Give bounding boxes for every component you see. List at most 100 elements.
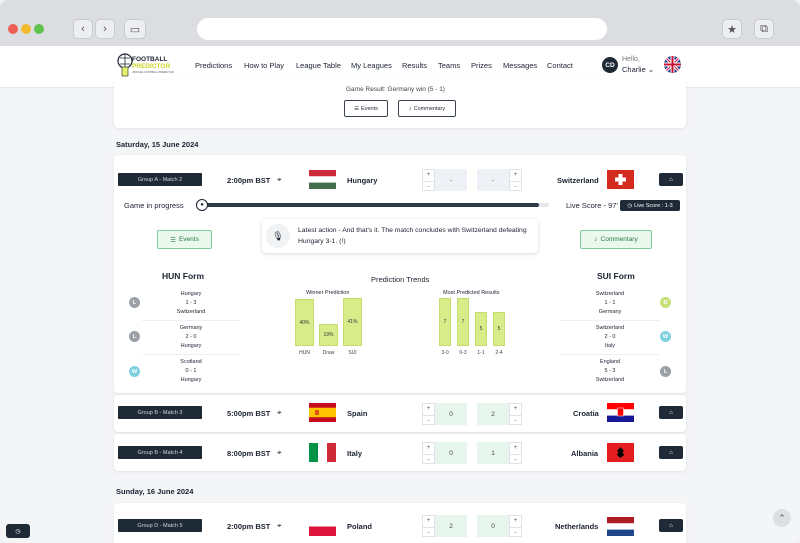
switzerland-flag-icon — [607, 170, 634, 189]
chat-widget-button[interactable]: ◷ — [6, 524, 30, 538]
x-tick-label: 1-1 — [477, 350, 485, 356]
away-score-input[interactable]: 1 — [477, 442, 509, 464]
home-score-stepper[interactable]: + - — [422, 403, 435, 425]
form-badge: L — [129, 331, 140, 342]
bar-value-label: 19% — [323, 332, 334, 338]
bar-value-label: 5 — [479, 326, 483, 332]
greeting: Hello, — [622, 56, 640, 63]
minimize-window-dot[interactable] — [21, 24, 31, 34]
home-team-name: Spain — [347, 409, 368, 418]
home-score-input[interactable]: 0 — [435, 442, 467, 464]
netherlands-flag-icon — [607, 517, 634, 536]
home-score-input[interactable]: 0 — [435, 403, 467, 425]
home-score-stepper[interactable]: + - — [422, 515, 435, 537]
maximize-window-dot[interactable] — [34, 24, 44, 34]
scroll-to-top-button[interactable]: ⌃ — [773, 509, 791, 527]
form-badge: D — [660, 297, 671, 308]
x-tick-label: HUN — [299, 350, 310, 356]
form-result: Switzerland 2 - 0 Italy — [595, 325, 625, 349]
nav-contact[interactable]: Contact — [547, 61, 573, 70]
stadium-button[interactable]: ⌂ — [659, 446, 683, 459]
form-badge: L — [660, 366, 671, 377]
chart-bar: 41% — [343, 298, 362, 346]
kickoff-time: 2:00pm BST — [227, 522, 271, 531]
events-button[interactable]: ☰ Events — [157, 230, 212, 249]
address-bar[interactable] — [197, 18, 607, 40]
away-score-input[interactable]: 0 — [477, 515, 509, 537]
divider — [142, 320, 240, 321]
nav-my-leagues[interactable]: My Leagues — [351, 61, 392, 70]
tabs-icon[interactable]: ⧉ — [754, 19, 774, 39]
winner-prediction-title: Winner Prediction — [306, 290, 350, 296]
list-icon: ☰ — [170, 236, 176, 244]
location-pin-icon[interactable]: ⌖ — [277, 408, 282, 418]
away-score-input[interactable]: 2 — [477, 403, 509, 425]
user-menu[interactable]: Charlie ⌄ — [622, 65, 654, 74]
bookmark-star-icon[interactable]: ★ — [722, 19, 742, 39]
svg-text:FOOTBALL: FOOTBALL — [132, 56, 167, 63]
winner-prediction-chart: 40% HUN 19% Draw 41% SUI — [295, 298, 365, 360]
kickoff-time: 5:00pm BST — [227, 409, 271, 418]
away-team-name: Croatia — [573, 409, 599, 418]
match-tag: Group B - Match 3 — [118, 406, 202, 419]
away-score-stepper[interactable]: + - — [509, 403, 522, 425]
bar-value-label: 41% — [347, 319, 358, 325]
brand-logo[interactable]: FOOTBALL PREDICTOR OFFICIAL FOOTBALL PRE… — [116, 52, 176, 80]
match-tag: Group B - Match 4 — [118, 446, 202, 459]
home-score-input[interactable]: 2 — [435, 515, 467, 537]
home-score-input[interactable]: - — [435, 169, 467, 191]
chart-bar: 5 — [475, 312, 487, 346]
x-tick-label: 0-3 — [459, 350, 467, 356]
location-pin-icon[interactable]: ⌖ — [277, 448, 282, 458]
nav-messages[interactable]: Messages — [503, 61, 537, 70]
microphone-icon: 🎙 — [266, 224, 290, 248]
form-badge: L — [129, 297, 140, 308]
nav-league-table[interactable]: League Table — [296, 61, 341, 70]
match-progress-bar — [203, 203, 549, 207]
live-score-badge: ◷ Live Score : 1-3 — [620, 200, 680, 211]
ball-icon: ● — [196, 199, 208, 211]
commentary-button[interactable]: ♪ Commentary — [580, 230, 652, 249]
nav-results[interactable]: Results — [402, 61, 427, 70]
home-score-stepper[interactable]: + - — [422, 442, 435, 464]
chart-bar: 7 — [457, 298, 469, 346]
svg-text:OFFICIAL FOOTBALL PREDICTOR: OFFICIAL FOOTBALL PREDICTOR — [132, 70, 174, 74]
form-result: England 5 - 3 Switzerland — [595, 359, 625, 383]
away-score-stepper[interactable]: + - — [509, 169, 522, 191]
browser-window: ‹ › ▭ ★ ⧉ FOOTBALL PREDICTOR OFFICIAL FO… — [0, 0, 800, 543]
bar-value-label: 7 — [461, 319, 465, 325]
nav-prizes[interactable]: Prizes — [471, 61, 492, 70]
bar-value-label: 5 — [497, 326, 501, 332]
chart-bar: 7 — [439, 298, 451, 346]
stadium-button[interactable]: ⌂ — [659, 406, 683, 419]
x-tick-label: SUI — [348, 350, 357, 356]
commentary-button[interactable]: ♪ Commentary — [398, 100, 456, 117]
events-button[interactable]: ☰ Events — [344, 100, 388, 117]
close-window-dot[interactable] — [8, 24, 18, 34]
nav-teams[interactable]: Teams — [438, 61, 460, 70]
divider — [560, 354, 660, 355]
away-score-stepper[interactable]: + - — [509, 442, 522, 464]
away-score-input[interactable]: - — [477, 169, 509, 191]
x-tick-label: Draw — [322, 350, 335, 356]
stadium-button[interactable]: ⌂ — [659, 173, 683, 186]
stadium-button[interactable]: ⌂ — [659, 519, 683, 532]
away-score-stepper[interactable]: + - — [509, 515, 522, 537]
uk-flag-icon[interactable] — [664, 56, 681, 73]
home-team-name: Italy — [347, 449, 363, 458]
sidebar-icon[interactable]: ▭ — [124, 19, 146, 39]
form-badge: W — [129, 366, 140, 377]
avatar[interactable]: CD — [602, 57, 618, 73]
location-pin-icon[interactable]: ⌖ — [277, 175, 282, 185]
nav-how-to-play[interactable]: How to Play — [244, 61, 284, 70]
location-pin-icon[interactable]: ⌖ — [277, 521, 282, 531]
divider — [560, 320, 660, 321]
back-icon[interactable]: ‹ — [73, 19, 93, 39]
home-score-stepper[interactable]: + - — [422, 169, 435, 191]
game-status: Game in progress — [124, 201, 184, 210]
forward-icon[interactable]: › — [95, 19, 115, 39]
nav-predictions[interactable]: Predictions — [195, 61, 232, 70]
svg-text:PREDICTOR: PREDICTOR — [132, 63, 170, 70]
chart-bar: 5 — [493, 312, 505, 346]
croatia-flag-icon — [607, 403, 634, 422]
